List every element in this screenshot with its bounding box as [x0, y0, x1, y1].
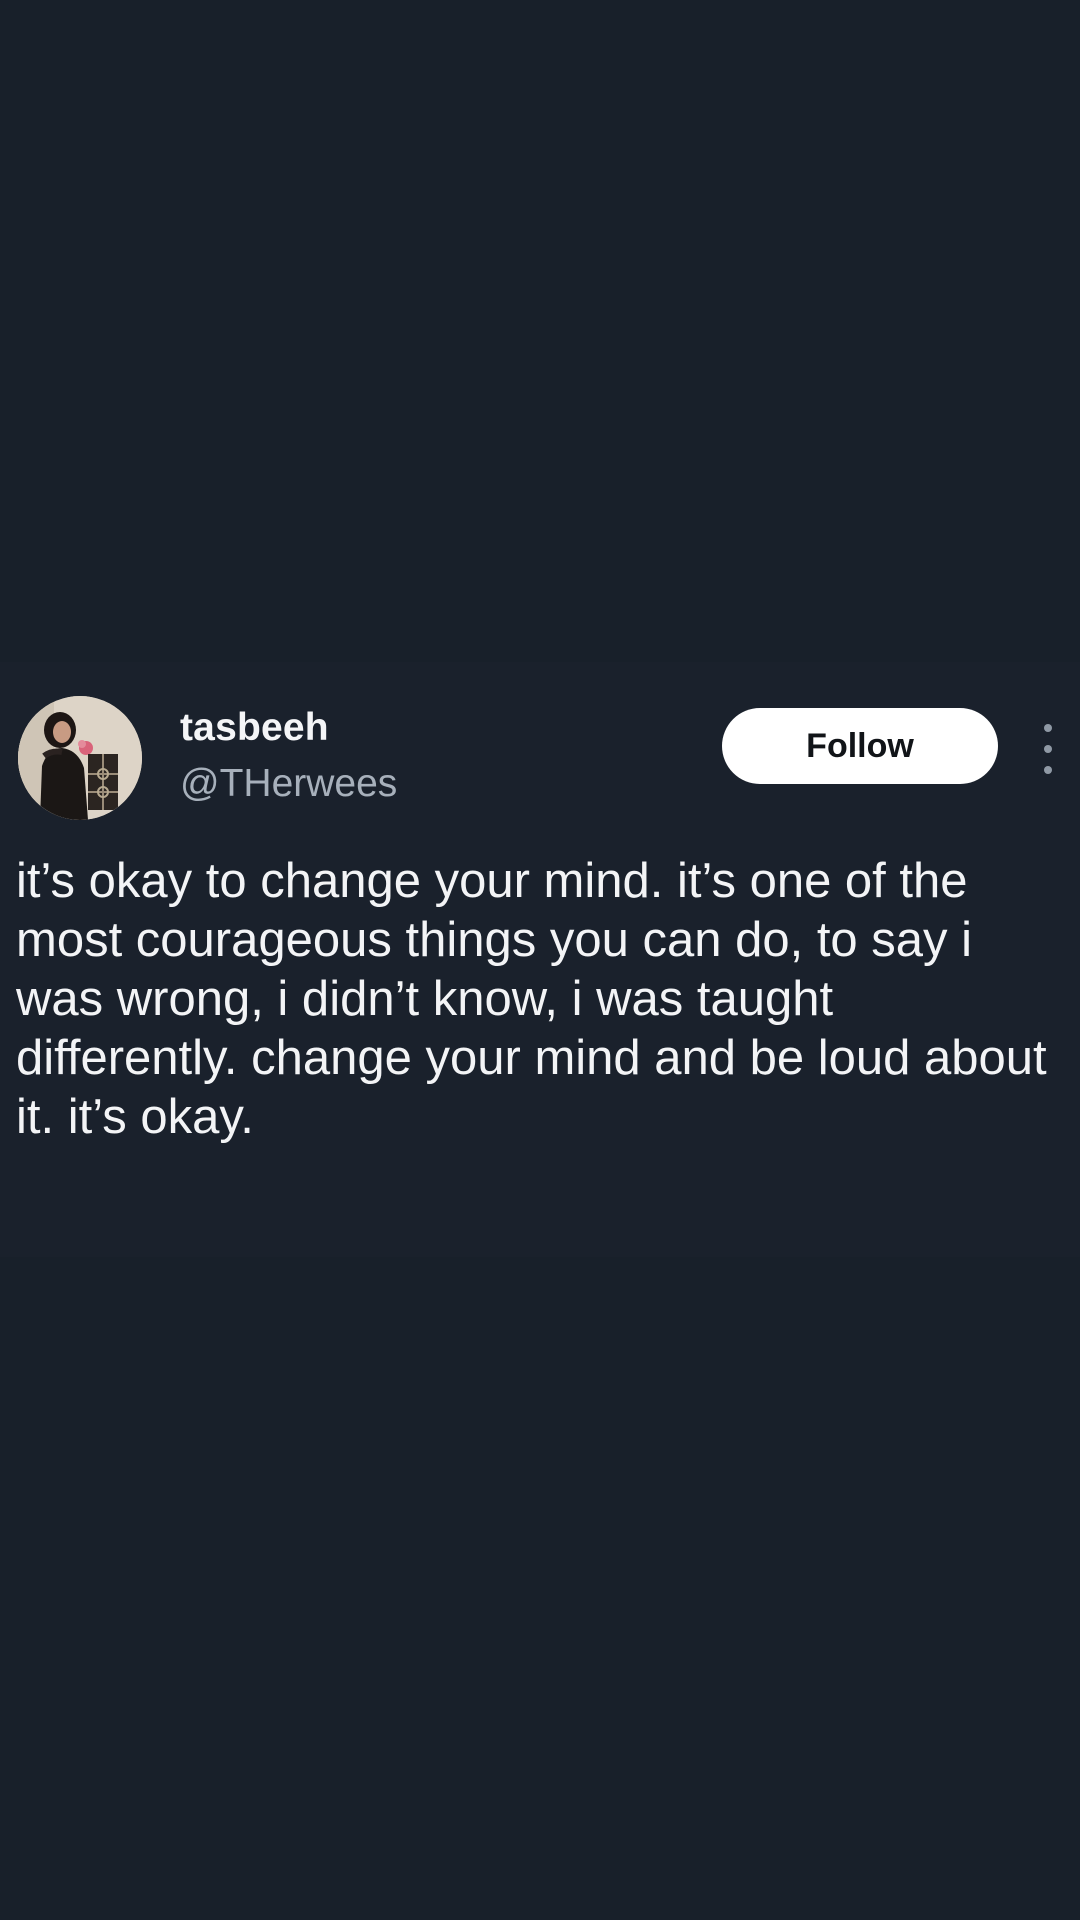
avatar[interactable]: [18, 696, 142, 820]
vertical-ellipsis-icon: [1044, 724, 1052, 732]
tweet-card: tasbeeh @THerwees Follow it’s okay to ch…: [0, 662, 1080, 1257]
ellipsis-dot: [1044, 766, 1052, 774]
follow-button[interactable]: Follow: [722, 708, 998, 784]
user-handle[interactable]: @THerwees: [180, 762, 397, 806]
avatar-photo: [18, 696, 142, 820]
display-name[interactable]: tasbeeh: [180, 706, 329, 750]
ellipsis-dot: [1044, 745, 1052, 753]
tweet-text: it’s okay to change your mind. it’s one …: [16, 854, 1047, 1144]
more-options-button[interactable]: [1028, 724, 1068, 774]
